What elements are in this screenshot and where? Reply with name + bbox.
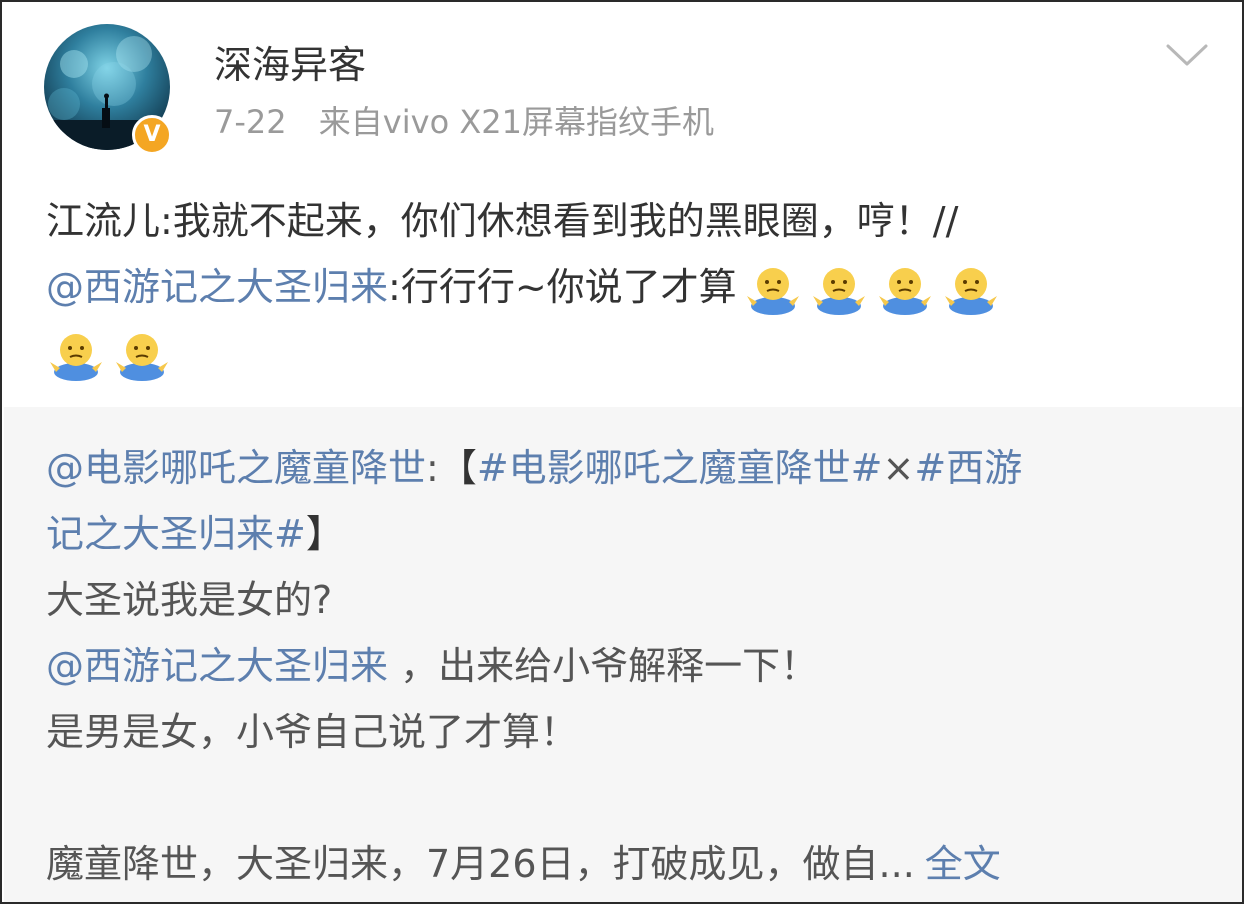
topic-link-2-part1[interactable]: #西游 bbox=[914, 446, 1022, 490]
post-content: 江流儿:我就不起来，你们休想看到我的黑眼圈，哼！// @西游记之大圣归来:行行行… bbox=[46, 188, 1216, 386]
post-line-1: 江流儿:我就不起来，你们休想看到我的黑眼圈，哼！// bbox=[46, 199, 959, 243]
repost-line-4-text: ，出来给小爷解释一下！ bbox=[388, 644, 819, 688]
shrug-emoji-icon bbox=[809, 262, 869, 318]
repost-line-6: 魔童降世，大圣归来，7月26日，打破成见，做自... 全文 bbox=[46, 831, 1216, 897]
shrug-emoji-icon bbox=[46, 328, 106, 384]
times-sign: × bbox=[882, 446, 915, 490]
repost-content: @电影哪吒之魔童降世:【#电影哪吒之魔童降世#×#西游 记之大圣归来#】 大圣说… bbox=[46, 435, 1216, 897]
verified-badge: V bbox=[132, 115, 172, 155]
post-line-2: @西游记之大圣归来:行行行~你说了才算 bbox=[46, 254, 1216, 320]
repost-mention-link[interactable]: @西游记之大圣归来 bbox=[46, 644, 388, 688]
post-date: 7-22 bbox=[214, 103, 287, 141]
topic-link-2-part2[interactable]: 记之大圣归来# bbox=[46, 512, 306, 556]
repost-line-1: @电影哪吒之魔童降世:【#电影哪吒之魔童降世#×#西游 bbox=[46, 435, 1216, 501]
bracket-close: 】 bbox=[305, 512, 344, 556]
repost-line-5: 是男是女，小爷自己说了才算！ bbox=[46, 710, 579, 754]
bracket-open: 【 bbox=[438, 446, 477, 490]
repost-line-3: 大圣说我是女的? bbox=[46, 578, 333, 622]
mention-link[interactable]: @西游记之大圣归来 bbox=[46, 265, 388, 309]
username[interactable]: 深海异客 bbox=[214, 40, 366, 90]
post-source: 来自vivo X21屏幕指纹手机 bbox=[318, 103, 714, 141]
shrug-emoji-icon bbox=[743, 262, 803, 318]
weibo-post-card: V 深海异客 7-22 来自vivo X21屏幕指纹手机 江流儿:我就不起来，你… bbox=[0, 0, 1244, 904]
shrug-emoji-icon bbox=[112, 328, 172, 384]
chevron-down-icon[interactable] bbox=[1162, 38, 1212, 74]
post-line-3 bbox=[46, 320, 1216, 386]
repost-author-link[interactable]: @电影哪吒之魔童降世 bbox=[46, 446, 426, 490]
post-meta: 7-22 来自vivo X21屏幕指纹手机 bbox=[214, 100, 714, 144]
full-text-link[interactable]: 全文 bbox=[925, 842, 1001, 886]
shrug-emoji-icon bbox=[941, 262, 1001, 318]
topic-link-1[interactable]: #电影哪吒之魔童降世# bbox=[477, 446, 883, 490]
repost-line-4: @西游记之大圣归来 ，出来给小爷解释一下！ bbox=[46, 633, 1216, 699]
repost-line-2: 记之大圣归来#】 bbox=[46, 501, 1216, 567]
repost-line-6-text: 魔童降世，大圣归来，7月26日，打破成见，做自... bbox=[46, 842, 915, 886]
post-line-2-text: :行行行~你说了才算 bbox=[388, 265, 737, 309]
repost-colon: : bbox=[426, 446, 439, 490]
shrug-emoji-icon bbox=[875, 262, 935, 318]
post-header: V 深海异客 7-22 来自vivo X21屏幕指纹手机 bbox=[2, 2, 1242, 172]
repost-card[interactable]: @电影哪吒之魔童降世:【#电影哪吒之魔童降世#×#西游 记之大圣归来#】 大圣说… bbox=[4, 407, 1242, 902]
